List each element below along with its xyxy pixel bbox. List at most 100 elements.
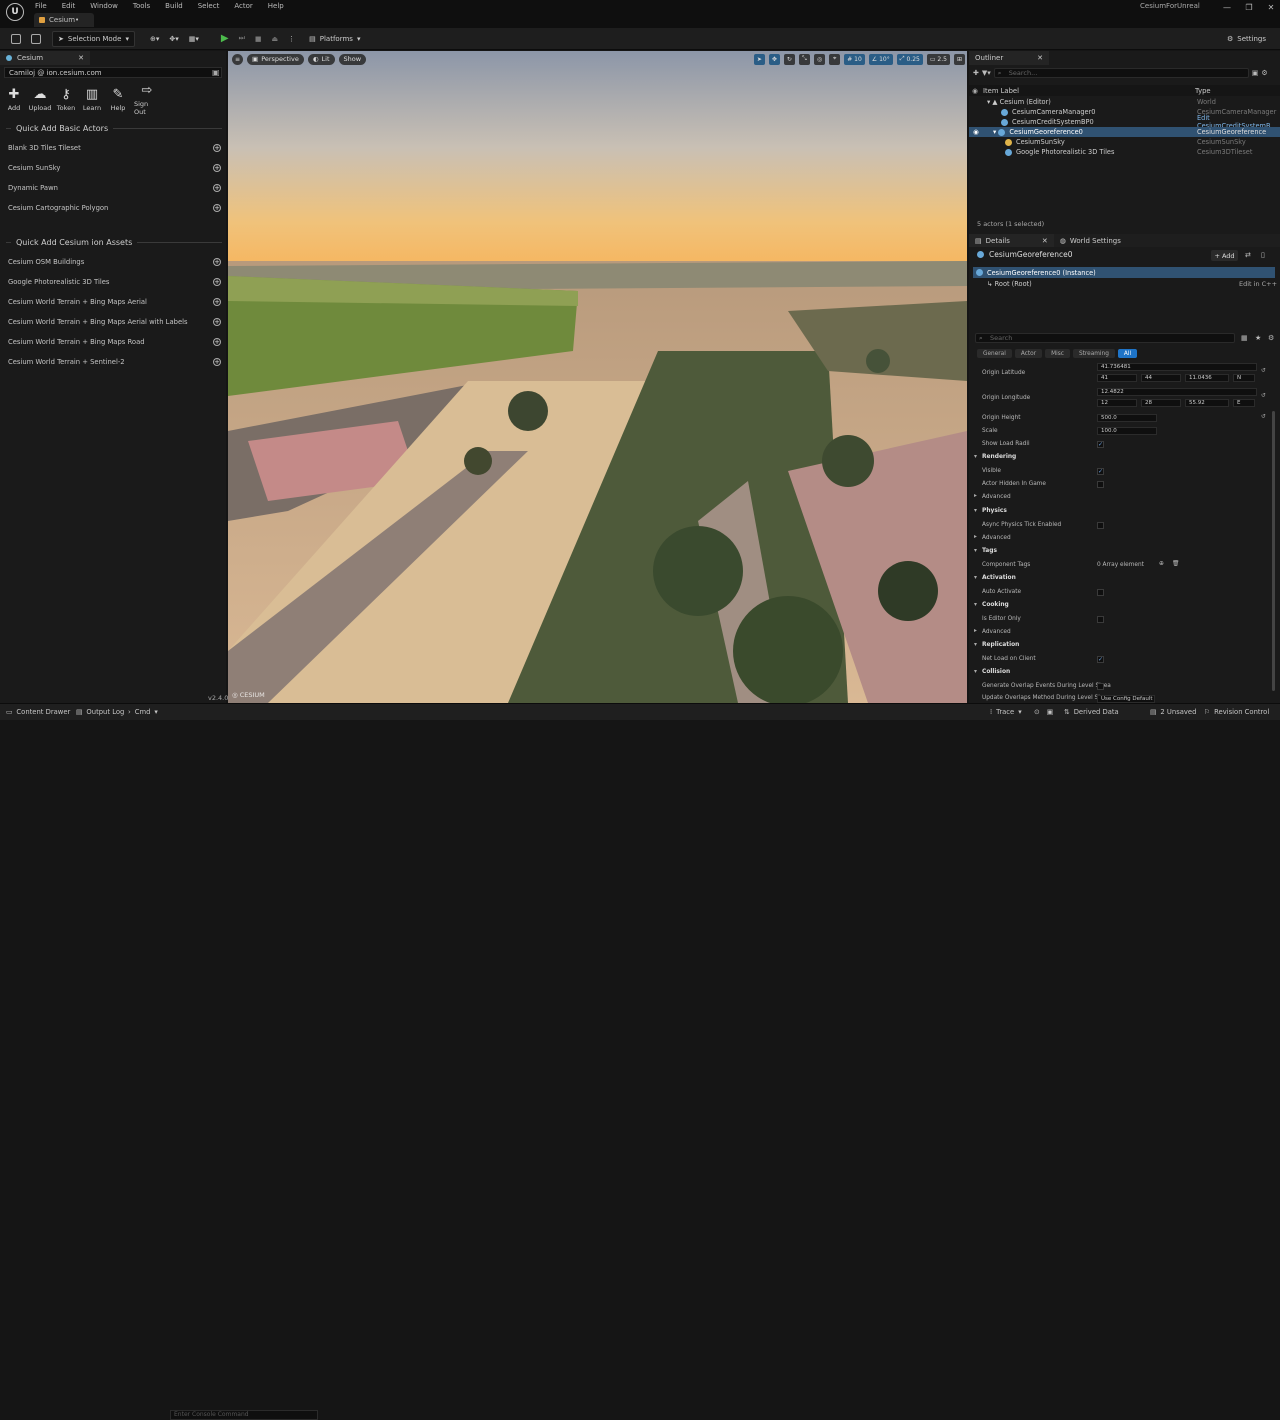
- menu-window[interactable]: Window: [90, 2, 118, 10]
- outliner-row[interactable]: ▾ ▲ Cesium (Editor) World: [969, 97, 1280, 107]
- outliner-row[interactable]: CesiumCreditSystemBP0 Edit CesiumCreditS…: [969, 114, 1280, 130]
- minimize-icon[interactable]: —: [1222, 3, 1232, 12]
- add-button[interactable]: ✚ Add: [4, 88, 24, 113]
- star-icon[interactable]: ★: [1255, 334, 1261, 342]
- list-item[interactable]: Cesium World Terrain + Bing Maps Aerial …: [0, 312, 226, 332]
- latitude-minutes-field[interactable]: 44: [1141, 374, 1181, 382]
- screenshot-icon[interactable]: ▣: [1047, 708, 1053, 716]
- record-icon[interactable]: ⊙: [1034, 708, 1040, 716]
- unsaved-button[interactable]: ▤ 2 Unsaved: [1150, 708, 1196, 716]
- maximize-viewport-icon[interactable]: ⊞: [953, 53, 965, 65]
- menu-help[interactable]: Help: [268, 2, 284, 10]
- help-button[interactable]: ✎ Help: [108, 88, 128, 113]
- tab-cesium[interactable]: Cesium ✕: [0, 51, 90, 65]
- eject-icon[interactable]: ⏏: [267, 31, 284, 47]
- scale-icon[interactable]: ⤡: [798, 53, 810, 65]
- content-drawer-button[interactable]: ▭ Content Drawer: [6, 708, 70, 716]
- longitude-hemisphere-select[interactable]: E: [1233, 399, 1255, 407]
- actor-hidden-checkbox[interactable]: [1097, 481, 1104, 488]
- visibility-icon[interactable]: ◉: [973, 128, 979, 136]
- menu-select[interactable]: Select: [198, 2, 220, 10]
- scale-field[interactable]: 100.0: [1097, 427, 1157, 435]
- origin-latitude-field[interactable]: 41.736481: [1097, 363, 1257, 371]
- outliner-row[interactable]: ◉ ▾ CesiumGeoreference0 CesiumGeoreferen…: [969, 127, 1280, 137]
- save-icon[interactable]: [6, 31, 26, 47]
- surface-snap-icon[interactable]: ⌖: [829, 53, 841, 65]
- latitude-seconds-field[interactable]: 11.0436: [1185, 374, 1229, 382]
- add-circle-icon[interactable]: +: [213, 298, 221, 306]
- play-options-icon[interactable]: ⋮: [283, 31, 300, 47]
- learn-button[interactable]: ▥ Learn: [82, 88, 102, 113]
- details-scrollbar[interactable]: [1272, 411, 1275, 691]
- advanced-rendering-row[interactable]: ▸ Advanced: [969, 491, 1280, 504]
- net-load-checkbox[interactable]: ✓: [1097, 656, 1104, 663]
- content-browse-icon[interactable]: [26, 31, 46, 47]
- perspective-button[interactable]: ▣ Perspective: [247, 53, 304, 65]
- list-item[interactable]: Cesium World Terrain + Bing Maps Aerial +: [0, 292, 226, 312]
- category-tags[interactable]: ▾ Tags: [969, 546, 1280, 559]
- category-replication[interactable]: ▾ Replication: [969, 640, 1280, 653]
- longitude-seconds-field[interactable]: 55.92: [1185, 399, 1229, 407]
- category-cooking[interactable]: ▾ Cooking: [969, 600, 1280, 613]
- settings-button[interactable]: ⚙ Settings: [1222, 31, 1271, 47]
- close-tab-icon[interactable]: ✕: [1042, 237, 1048, 245]
- rotate-icon[interactable]: ↻: [783, 53, 795, 65]
- list-item[interactable]: Cesium World Terrain + Bing Maps Road +: [0, 332, 226, 352]
- add-circle-icon[interactable]: +: [213, 184, 221, 192]
- derived-data-button[interactable]: ⇅ Derived Data: [1064, 708, 1119, 716]
- category-rendering[interactable]: ▾ Rendering: [969, 452, 1280, 465]
- list-item[interactable]: Google Photorealistic 3D Tiles +: [0, 272, 226, 292]
- reset-icon[interactable]: ↺: [1261, 368, 1266, 374]
- translate-icon[interactable]: ✥: [768, 53, 780, 65]
- tab-world-settings[interactable]: ◍ World Settings: [1054, 234, 1127, 247]
- add-circle-icon[interactable]: +: [213, 144, 221, 152]
- list-item[interactable]: Cesium Cartographic Polygon +: [0, 198, 226, 218]
- root-component-row[interactable]: ↳ Root (Root): [987, 280, 1032, 288]
- menu-actor[interactable]: Actor: [234, 2, 252, 10]
- longitude-degrees-field[interactable]: 12: [1097, 399, 1137, 407]
- add-component-button[interactable]: + Add: [1211, 250, 1238, 261]
- show-button[interactable]: Show: [338, 53, 367, 65]
- revision-control-button[interactable]: ⚐ Revision Control: [1204, 708, 1269, 716]
- details-search-input[interactable]: ⌕ Search: [975, 333, 1235, 343]
- add-element-icon[interactable]: ⊕: [1159, 561, 1164, 567]
- list-item[interactable]: Cesium World Terrain + Sentinel-2 +: [0, 352, 226, 372]
- unreal-logo-icon[interactable]: U: [6, 3, 24, 21]
- async-physics-checkbox[interactable]: [1097, 522, 1104, 529]
- gear-icon[interactable]: ⚙: [1268, 334, 1274, 342]
- close-icon[interactable]: ✕: [1266, 3, 1276, 12]
- account-dropdown[interactable]: Camiloj @ ion.cesium.com ▾: [4, 67, 222, 78]
- show-load-radii-checkbox[interactable]: ✓: [1097, 441, 1104, 448]
- selection-mode-button[interactable]: ➤ Selection Mode ▾: [52, 30, 135, 47]
- step-icon[interactable]: ⏭: [234, 31, 250, 47]
- list-item[interactable]: Dynamic Pawn +: [0, 178, 226, 198]
- play-icon[interactable]: ▶: [216, 31, 234, 47]
- filter-actor[interactable]: Actor: [1014, 349, 1043, 358]
- viewport-options-icon[interactable]: ≡: [232, 53, 244, 65]
- blueprint-icon[interactable]: ✥▾: [164, 31, 183, 47]
- outliner-row[interactable]: CesiumSunSky CesiumSunSky: [969, 137, 1280, 147]
- maximize-icon[interactable]: ❐: [1244, 3, 1254, 12]
- grid-snap-button[interactable]: # 10: [844, 53, 865, 65]
- level-tab[interactable]: Cesium•: [34, 13, 94, 27]
- console-input[interactable]: Enter Console Command: [170, 1410, 318, 1420]
- table-view-icon[interactable]: ▦: [1241, 334, 1248, 342]
- menu-file[interactable]: File: [35, 2, 47, 10]
- list-item[interactable]: Cesium OSM Buildings +: [0, 252, 226, 272]
- lock-icon[interactable]: ▯: [1261, 251, 1265, 259]
- camera-speed-button[interactable]: ▭ 2.5: [926, 53, 950, 65]
- category-activation[interactable]: ▾ Activation: [969, 573, 1280, 586]
- tab-details[interactable]: ▤ Details ✕: [969, 234, 1054, 247]
- add-actor-icon[interactable]: ⊕▾: [145, 31, 164, 47]
- visibility-icon[interactable]: ◉: [972, 87, 978, 95]
- platforms-button[interactable]: ▤ Platforms ▾: [304, 31, 365, 47]
- blueprint-icon[interactable]: ⇄: [1245, 251, 1251, 259]
- output-log-button[interactable]: ▤ Output Log: [76, 708, 124, 716]
- origin-height-field[interactable]: 500.0: [1097, 414, 1157, 422]
- menu-edit[interactable]: Edit: [62, 2, 76, 10]
- stop-icon[interactable]: ■: [250, 31, 267, 47]
- close-tab-icon[interactable]: ✕: [1037, 54, 1043, 62]
- filter-streaming[interactable]: Streaming: [1072, 349, 1115, 358]
- terrain-scene[interactable]: [228, 51, 967, 703]
- menu-build[interactable]: Build: [165, 2, 183, 10]
